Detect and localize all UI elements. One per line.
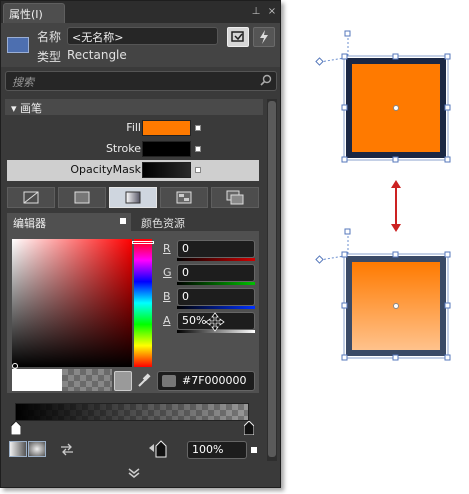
search-placeholder: 搜索 [12,76,34,89]
hue-slider[interactable] [134,239,152,367]
green-input[interactable]: 0 [177,264,255,282]
brushes-section-header[interactable]: ▾ 画笔 [5,99,263,115]
gradient-options-row: 100% [7,439,259,461]
opacitymask-swatch[interactable] [142,162,191,178]
gradient-stop-right[interactable] [244,421,254,435]
pin-icon[interactable]: ⊥ [249,5,263,19]
resource-brush-icon [226,190,244,205]
stroke-label: Stroke [105,142,141,155]
current-color-preview [62,369,112,391]
tab-editor-label: 编辑器 [13,217,46,230]
panel-scrollbar[interactable] [267,99,277,461]
hex-color-value: #7F000000 [182,374,247,387]
gradient-stop-left[interactable] [11,421,21,435]
offset-advanced-marker[interactable] [251,447,257,453]
fill-swatch[interactable] [142,120,191,136]
hue-slider-marker[interactable] [132,241,154,244]
scrollbar-thumb[interactable] [268,101,276,457]
top-rectangle[interactable] [319,34,449,161]
design-canvas[interactable] [300,0,469,494]
gradient-bar[interactable] [15,403,249,421]
linear-gradient-button[interactable] [9,441,27,457]
properties-icon [231,31,244,42]
bottom-rectangle[interactable] [319,232,449,359]
properties-view-button[interactable] [227,27,249,47]
tab-editor-marker [120,218,126,224]
tab-editor[interactable]: 编辑器 [7,213,131,231]
fill-advanced-marker[interactable] [195,125,201,131]
opacitymask-brush-row[interactable]: OpacityMask [7,160,259,181]
stroke-advanced-marker[interactable] [195,146,201,152]
lightning-icon [260,30,268,44]
solid-brush-icon [74,191,90,204]
brushes-section-title: 画笔 [20,102,43,115]
editor-tabs: 编辑器 颜色资源 [7,213,259,231]
blue-label: B [163,290,171,303]
fill-brush-row[interactable]: Fill [7,118,259,139]
close-icon[interactable]: × [265,5,279,19]
blue-input[interactable]: 0 [177,288,255,306]
name-field[interactable]: <无名称> [67,27,218,45]
fill-label: Fill [126,121,141,134]
gradient-brush-button[interactable] [109,187,157,208]
tile-brush-icon [176,191,192,204]
color-picker: R 0 G 0 B 0 A 50% #7F000000 [7,231,259,393]
reverse-gradient-icon[interactable] [59,442,75,456]
search-icon[interactable] [260,74,272,86]
resource-brush-button[interactable] [211,187,259,208]
opacitymask-label: OpacityMask [70,163,141,176]
red-channel-bar[interactable] [177,258,255,261]
saturation-value-field[interactable] [12,239,132,367]
alpha-label: A [163,314,171,327]
collapse-triangle-icon: ▾ [11,102,21,115]
properties-panel: 属性(I) ⊥ × 名称 <无名称> 类型 Rectangle 搜索 ▾ 画笔 … [0,0,281,488]
gradient-brush-icon [125,191,141,204]
no-brush-icon [23,191,39,204]
stroke-swatch[interactable] [142,141,191,157]
object-header: 名称 <无名称> 类型 Rectangle [1,23,280,67]
blue-channel-bar[interactable] [177,306,255,309]
previous-color-preview [12,369,62,391]
name-label: 名称 [37,30,62,44]
tab-properties[interactable]: 属性(I) [3,3,65,23]
solid-brush-button[interactable] [58,187,106,208]
tab-color-resources[interactable]: 颜色资源 [135,213,259,231]
type-label: 类型 [37,50,62,64]
opacitymask-advanced-marker[interactable] [195,167,201,173]
tile-brush-button[interactable] [160,187,208,208]
eyedropper-icon[interactable] [137,372,151,388]
previous-stop-icon[interactable] [147,443,155,453]
gradient-stop-offset-input[interactable]: 100% [187,441,247,459]
expand-chevron-icon[interactable] [127,467,141,479]
events-view-button[interactable] [253,27,275,47]
type-value: Rectangle [67,48,127,62]
no-brush-button[interactable] [7,187,55,208]
red-input[interactable]: 0 [177,240,255,258]
panel-tab-bar: 属性(I) ⊥ × [1,1,280,23]
move-cursor-icon [205,312,225,332]
hex-color-input[interactable]: #7F000000 [157,371,255,391]
radial-gradient-button[interactable] [28,441,46,457]
green-channel-bar[interactable] [177,282,255,285]
stroke-brush-row[interactable]: Stroke [7,139,259,160]
rectangle-icon [7,37,29,53]
green-label: G [163,266,172,279]
selected-stop-icon[interactable] [155,440,167,458]
last-color-button[interactable] [114,371,132,391]
comparison-arrow [391,180,401,232]
search-input[interactable]: 搜索 [5,71,277,91]
brush-type-selector [7,187,259,209]
red-label: R [163,242,171,255]
color-format-toggle-icon[interactable] [162,375,176,387]
